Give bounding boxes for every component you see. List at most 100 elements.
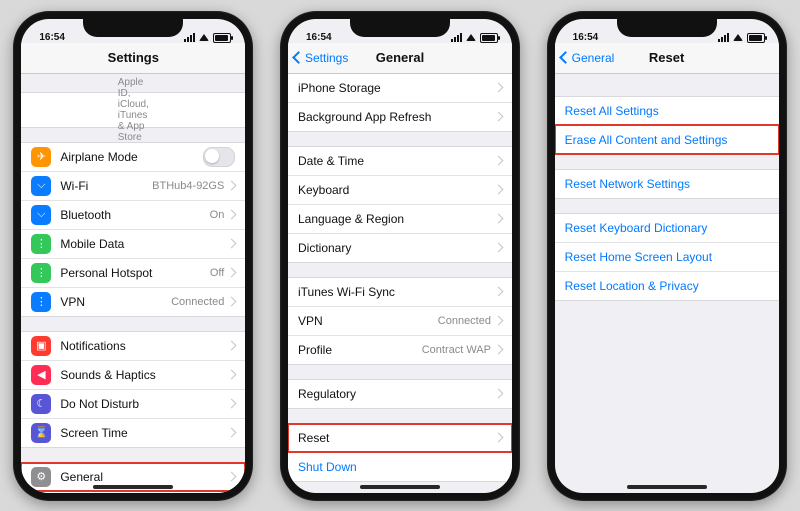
reset-list[interactable]: Reset All Settings Erase All Content and … [555,74,779,493]
nav-bar: Settings General [288,43,512,74]
chevron-right-icon [227,297,237,307]
notch [617,19,717,37]
row-profile[interactable]: ProfileContract WAP [288,335,512,364]
signal-icon [451,33,462,42]
locale-group: Date & Time Keyboard Language & RegionDict… [288,146,512,263]
chevron-right-icon [227,210,237,220]
settings-list[interactable]: Apple ID, iCloud, iTunes & App Store ✈Ai… [21,74,245,493]
chevron-right-icon [494,243,504,253]
general-list[interactable]: iPhone Storage Background App Refresh Dat… [288,74,512,493]
row-label: Sounds & Haptics [60,368,228,382]
row-label: Reset Keyboard Dictionary [565,221,769,235]
storage-group: iPhone Storage Background App Refresh [288,74,512,132]
row-bluetooth[interactable]: ⌵BluetoothOn [21,200,245,229]
row-iphone-storage[interactable]: iPhone Storage [288,74,512,102]
chevron-right-icon [227,268,237,278]
row-date-time[interactable]: Date & Time [288,147,512,175]
row-language-region[interactable]: Language & Region [288,204,512,233]
row-label: VPN [298,314,438,328]
row-label: General [60,470,228,484]
hotspot-icon: ⋮ [31,263,51,283]
reset-network-group: Reset Network Settings [555,169,779,199]
row-label: iPhone Storage [298,81,495,95]
row-general[interactable]: ⚙General [21,463,245,491]
row-sounds-haptics[interactable]: ◀Sounds & Haptics [21,360,245,389]
chevron-right-icon [494,185,504,195]
battery-icon [480,33,498,43]
row-itunes-wi-fi-sync[interactable]: iTunes Wi-Fi Sync [288,278,512,306]
chevron-right-icon [494,316,504,326]
row-reset[interactable]: Reset [288,424,512,452]
row-label: Reset Home Screen Layout [565,250,769,264]
row-background-app-refresh[interactable]: Background App Refresh [288,102,512,131]
row-value: On [210,209,225,221]
connectivity-group: ✈Airplane Mode⌵Wi-FiBTHub4-92GS⌵Bluetoot… [21,142,245,317]
row-mobile-data[interactable]: ⋮ Mobile Data [21,229,245,258]
row-label: iTunes Wi-Fi Sync [298,285,495,299]
mobile-icon: ⋮ [31,234,51,254]
status-time: 16:54 [306,32,332,43]
row-reset-location-privacy[interactable]: Reset Location & Privacy [555,271,779,300]
shut-down-row[interactable]: Shut Down [288,453,512,481]
row-vpn[interactable]: ⋮VPNConnected [21,287,245,316]
screen-reset: 16:54 General Reset Reset All SettingsEr… [555,19,779,493]
row-regulatory[interactable]: Regulatory [288,380,512,408]
home-indicator[interactable] [360,485,440,489]
row-value: BTHub4-92GS [152,180,224,192]
row-personal-hotspot[interactable]: ⋮Personal HotspotOff [21,258,245,287]
row-label: Do Not Disturb [60,397,228,411]
apple-id-row[interactable]: Apple ID, iCloud, iTunes & App Store [21,93,245,127]
screen-general: 16:54 Settings General iPhone Storage Bac… [288,19,512,493]
toggle[interactable] [203,147,235,167]
row-erase-all-content-and-settings[interactable]: Erase All Content and Settings [555,125,779,154]
signal-icon [718,33,729,42]
row-screen-time[interactable]: ⌛Screen Time [21,418,245,447]
iphone-frame-3: 16:54 General Reset Reset All SettingsEr… [547,11,787,501]
row-label: Mobile Data [60,237,228,251]
row-label: Keyboard [298,183,495,197]
chevron-right-icon [227,370,237,380]
sync-group: iTunes Wi-Fi SyncVPNConnectedProfileCont… [288,277,512,365]
row-label: Background App Refresh [298,110,495,124]
row-label: Regulatory [298,387,495,401]
row-dictionary[interactable]: Dictionary [288,233,512,262]
chevron-right-icon [227,181,237,191]
battery-icon [747,33,765,43]
chevron-right-icon [227,341,237,351]
page-title: Reset [649,50,684,65]
back-button[interactable]: Settings [294,43,348,73]
row-airplane-mode[interactable]: ✈Airplane Mode [21,143,245,171]
back-button[interactable]: General [561,43,615,73]
chevron-right-icon [494,389,504,399]
page-title: General [376,50,424,65]
reset-group: Reset [288,423,512,453]
row-wi-fi[interactable]: ⌵Wi-FiBTHub4-92GS [21,171,245,200]
row-reset-network-settings[interactable]: Reset Network Settings [555,170,779,198]
row-label: Erase All Content and Settings [565,133,769,147]
row-keyboard[interactable]: Keyboard [288,175,512,204]
row-reset-keyboard-dictionary[interactable]: Reset Keyboard Dictionary [555,214,779,242]
row-notifications[interactable]: ▣Notifications [21,332,245,360]
shut-down-label: Shut Down [298,460,502,474]
row-label: Wi-Fi [60,179,152,193]
row-label: Bluetooth [60,208,209,222]
alerts-group: ▣Notifications◀Sounds & Haptics☾Do Not D… [21,331,245,448]
general-group: ⚙General⊞Control Centre [21,462,245,493]
nav-bar: General Reset [555,43,779,74]
row-label: Reset Location & Privacy [565,279,769,293]
row-value: Connected [171,296,224,308]
apple-id-group: Apple ID, iCloud, iTunes & App Store [21,92,245,128]
screentime-icon: ⌛ [31,423,51,443]
notch [350,19,450,37]
row-reset-home-screen-layout[interactable]: Reset Home Screen Layout [555,242,779,271]
chevron-right-icon [227,472,237,482]
row-reset-all-settings[interactable]: Reset All Settings [555,97,779,125]
reset-more-group: Reset Keyboard Dictionary Reset Home Scre… [555,213,779,301]
row-value: Connected [438,315,491,327]
row-control-centre[interactable]: ⊞Control Centre [21,491,245,493]
reset-top-group: Reset All Settings Erase All Content and … [555,96,779,155]
home-indicator[interactable] [627,485,707,489]
apple-id-label: Apple ID, iCloud, iTunes & App Store [118,77,149,143]
row-do-not-disturb[interactable]: ☾Do Not Disturb [21,389,245,418]
row-vpn[interactable]: VPNConnected [288,306,512,335]
